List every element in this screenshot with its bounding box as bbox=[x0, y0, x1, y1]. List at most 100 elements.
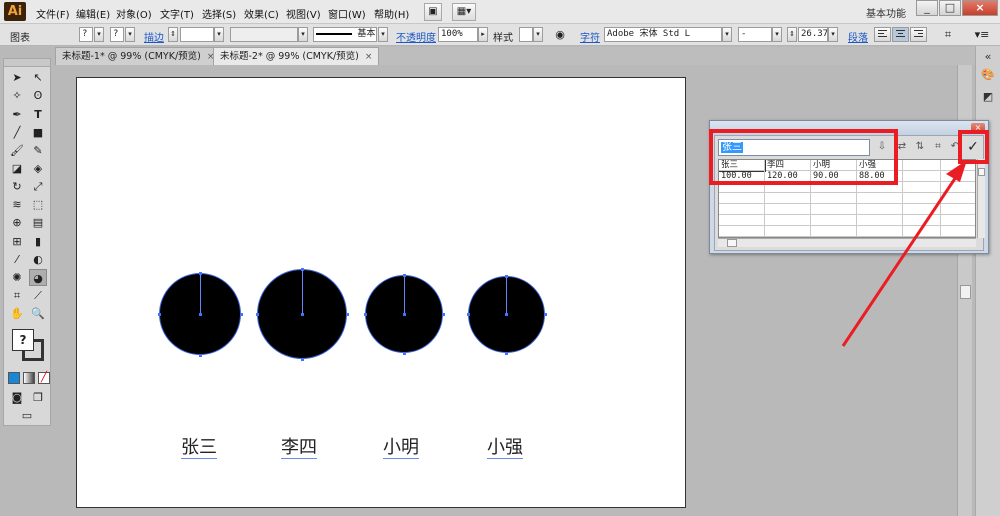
line-tool-icon[interactable]: ╱ bbox=[8, 124, 26, 141]
direct-selection-tool-icon[interactable]: ↖ bbox=[29, 69, 47, 86]
selection-tool-icon[interactable]: ➤ bbox=[8, 69, 26, 86]
eraser-tool-icon[interactable]: ◈ bbox=[29, 160, 47, 177]
fill-swatch-icon[interactable]: ? bbox=[12, 329, 34, 351]
none-mode-icon[interactable]: ╱ bbox=[38, 372, 50, 384]
opacity-link[interactable]: 不透明度 bbox=[396, 29, 436, 44]
blend-tool-icon[interactable]: ◐ bbox=[29, 251, 47, 268]
scrollbar-thumb[interactable] bbox=[960, 285, 971, 299]
shape-builder-tool-icon[interactable]: ⊕ bbox=[8, 214, 26, 231]
variable-width-dropdown-icon[interactable]: ▾ bbox=[298, 27, 308, 42]
scrollbar-thumb[interactable] bbox=[727, 239, 737, 247]
arrange-documents-icon[interactable]: ▦▾ bbox=[452, 3, 476, 21]
type-tool-icon[interactable]: T bbox=[29, 106, 47, 123]
menu-view[interactable]: 视图(V) bbox=[286, 6, 321, 21]
grid-vertical-scrollbar[interactable] bbox=[977, 159, 985, 238]
scale-tool-icon[interactable]: ⤢ bbox=[29, 178, 47, 195]
graphic-style-swatch[interactable] bbox=[519, 27, 533, 42]
rectangle-tool-icon[interactable]: ■ bbox=[29, 124, 47, 141]
artboard-tool-icon[interactable]: ⌗ bbox=[8, 287, 26, 304]
close-button[interactable]: × bbox=[962, 0, 998, 16]
grid-cell[interactable] bbox=[941, 204, 975, 215]
chart-label-xiaoming[interactable]: 小明 bbox=[383, 433, 419, 459]
gradient-mode-icon[interactable] bbox=[23, 372, 35, 384]
panel-menu-icon[interactable]: ▾≡ bbox=[974, 27, 990, 42]
grid-cell[interactable] bbox=[811, 204, 857, 215]
recolor-icon[interactable]: ◉ bbox=[552, 27, 568, 42]
font-size-dropdown-icon[interactable]: ▾ bbox=[828, 27, 838, 42]
toolbox-grip[interactable] bbox=[4, 59, 50, 67]
grid-cell[interactable] bbox=[903, 215, 941, 226]
pen-tool-icon[interactable]: ✒ bbox=[8, 106, 26, 123]
workspace-switcher[interactable]: 基本功能 bbox=[866, 5, 906, 20]
grid-cell[interactable] bbox=[857, 215, 903, 226]
font-size-field[interactable]: 26.37 bbox=[798, 27, 828, 42]
opacity-dropdown-icon[interactable]: ▸ bbox=[478, 27, 488, 42]
align-right-icon[interactable] bbox=[910, 27, 927, 42]
draw-normal-icon[interactable]: ◙ bbox=[8, 389, 26, 406]
font-family-dropdown-icon[interactable]: ▾ bbox=[722, 27, 732, 42]
free-transform-tool-icon[interactable]: ⬚ bbox=[29, 196, 47, 213]
grid-cell[interactable] bbox=[903, 193, 941, 204]
transform-icon[interactable]: ⌗ bbox=[940, 27, 956, 42]
align-center-icon[interactable] bbox=[892, 27, 909, 42]
font-size-stepper-icon[interactable]: ⇕ bbox=[787, 27, 797, 42]
font-style-dropdown-icon[interactable]: ▾ bbox=[772, 27, 782, 42]
menu-file[interactable]: 文件(F) bbox=[36, 6, 70, 21]
font-style-field[interactable]: - bbox=[738, 27, 772, 42]
pie-chart-4[interactable] bbox=[467, 275, 545, 353]
pie-graph-tool-icon[interactable]: ◕ bbox=[29, 269, 47, 286]
menu-object[interactable]: 对象(O) bbox=[116, 6, 152, 21]
symbol-sprayer-tool-icon[interactable]: ✺ bbox=[8, 269, 26, 286]
grid-cell[interactable] bbox=[719, 193, 765, 204]
pencil-tool-icon[interactable]: ✎ bbox=[29, 142, 47, 159]
stroke-dropdown-icon[interactable]: ▾ bbox=[125, 27, 135, 42]
gradient-panel-icon[interactable]: ◩ bbox=[980, 90, 996, 104]
eyedropper-tool-icon[interactable]: ⁄ bbox=[8, 251, 26, 268]
stroke-stepper-icon[interactable]: ⇕ bbox=[168, 27, 178, 42]
fill-swatch[interactable]: ? bbox=[79, 27, 93, 42]
paragraph-link[interactable]: 段落 bbox=[848, 29, 868, 44]
stroke-swatch[interactable]: ? bbox=[110, 27, 124, 42]
mesh-tool-icon[interactable]: ⊞ bbox=[8, 233, 26, 250]
pie-chart-1[interactable] bbox=[159, 273, 241, 355]
rotate-tool-icon[interactable]: ↻ bbox=[8, 178, 26, 195]
magic-wand-tool-icon[interactable]: ✧ bbox=[8, 87, 26, 104]
hand-tool-icon[interactable]: ✋ bbox=[8, 305, 26, 322]
color-panel-icon[interactable]: 🎨 bbox=[980, 68, 996, 82]
menu-effect[interactable]: 效果(C) bbox=[244, 6, 279, 21]
draw-behind-icon[interactable]: ❐ bbox=[29, 389, 47, 406]
stroke-link[interactable]: 描边 bbox=[144, 29, 164, 44]
zoom-tool-icon[interactable]: 🔍 bbox=[29, 305, 47, 322]
grid-cell[interactable] bbox=[765, 226, 811, 237]
grid-cell[interactable] bbox=[941, 171, 975, 182]
grid-cell[interactable] bbox=[903, 160, 941, 171]
font-family-field[interactable]: Adobe 宋体 Std L bbox=[604, 27, 722, 42]
grid-cell[interactable] bbox=[719, 226, 765, 237]
grid-cell[interactable] bbox=[811, 226, 857, 237]
chart-label-xiaoqiang[interactable]: 小强 bbox=[487, 433, 523, 459]
fill-dropdown-icon[interactable]: ▾ bbox=[94, 27, 104, 42]
switch-xy-icon[interactable]: ⇅ bbox=[913, 140, 927, 154]
cell-style-icon[interactable]: ⌗ bbox=[931, 140, 945, 154]
perspective-grid-tool-icon[interactable]: ▤ bbox=[29, 214, 47, 231]
grid-cell[interactable] bbox=[857, 226, 903, 237]
grid-cell[interactable] bbox=[941, 226, 975, 237]
menu-type[interactable]: 文字(T) bbox=[160, 6, 194, 21]
grid-cell[interactable] bbox=[903, 226, 941, 237]
graphic-style-dropdown-icon[interactable]: ▾ bbox=[533, 27, 543, 42]
grid-cell[interactable] bbox=[903, 204, 941, 215]
bridge-icon[interactable]: ▣ bbox=[424, 3, 442, 21]
grid-cell[interactable] bbox=[903, 171, 941, 182]
grid-cell[interactable] bbox=[719, 204, 765, 215]
brush-dropdown-icon[interactable]: ▾ bbox=[378, 27, 388, 42]
pie-chart-2[interactable] bbox=[257, 269, 347, 359]
menu-edit[interactable]: 编辑(E) bbox=[76, 6, 110, 21]
grid-cell[interactable] bbox=[811, 215, 857, 226]
stroke-weight-field[interactable] bbox=[180, 27, 214, 42]
color-mode-icon[interactable] bbox=[8, 372, 20, 384]
grid-cell[interactable] bbox=[857, 204, 903, 215]
minimize-button[interactable]: _ bbox=[916, 0, 938, 16]
slice-tool-icon[interactable]: ⟋ bbox=[29, 287, 47, 304]
chart-label-lisi[interactable]: 李四 bbox=[281, 433, 317, 459]
character-link[interactable]: 字符 bbox=[580, 29, 600, 44]
